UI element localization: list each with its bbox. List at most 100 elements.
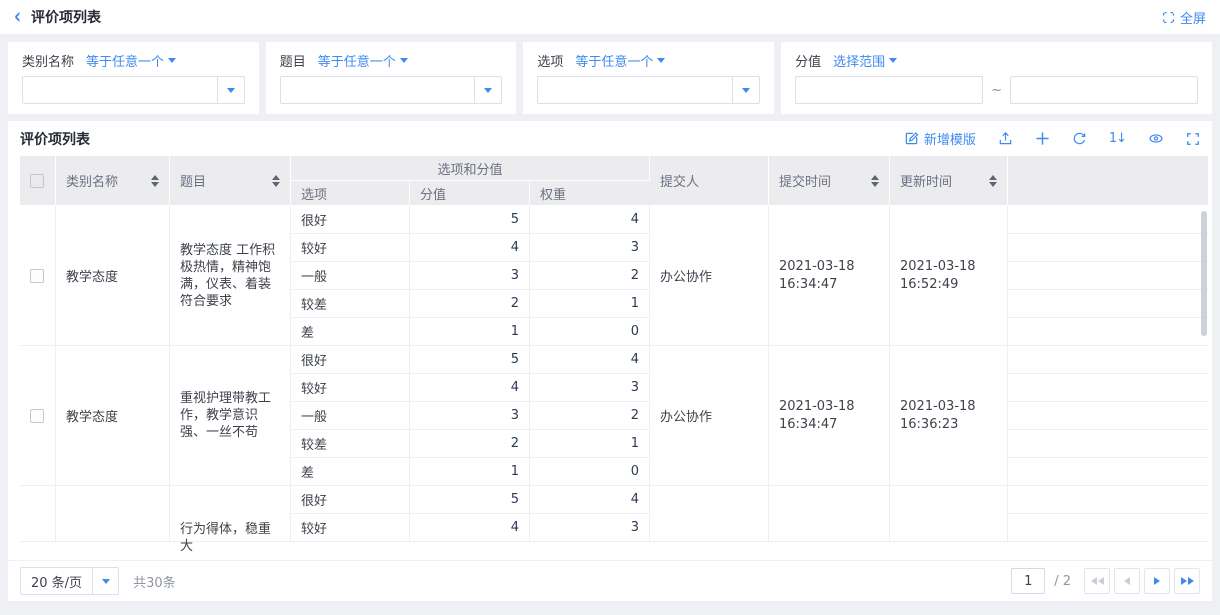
row-action-cell	[1008, 290, 1208, 318]
option-name: 较好	[291, 514, 410, 542]
sort-icon[interactable]	[272, 175, 280, 187]
row-action-cell	[1008, 402, 1208, 430]
table-row: 教学态度重视护理带教工作，教学意识强、一丝不苟很好54办公协作2021-03-1…	[20, 346, 1208, 374]
first-page-button[interactable]	[1084, 568, 1110, 594]
next-page-button[interactable]	[1144, 568, 1170, 594]
score-min-input[interactable]	[795, 76, 983, 104]
row-action-cell	[1008, 514, 1208, 542]
fullscreen-label: 全屏	[1180, 8, 1206, 27]
question-select[interactable]	[280, 76, 503, 104]
category-select-input[interactable]	[23, 77, 217, 103]
export-button[interactable]	[998, 131, 1013, 146]
row-action-cell	[1008, 234, 1208, 262]
select-arrow-button[interactable]	[217, 77, 244, 103]
score-max-input[interactable]	[1010, 76, 1198, 104]
chevron-down-icon	[742, 88, 750, 93]
row-checkbox[interactable]	[30, 269, 44, 283]
row-submitter: 办公协作	[650, 206, 769, 346]
add-template-label: 新增模版	[924, 129, 976, 148]
option-weight: 4	[530, 206, 650, 234]
add-button[interactable]	[1035, 131, 1050, 146]
column-header-actions	[1008, 156, 1208, 206]
sort-icon[interactable]	[151, 175, 159, 187]
row-update-time: 2021-03-18 16:36:23	[890, 346, 1008, 486]
option-score: 5	[410, 486, 530, 514]
table-fullscreen-button[interactable]	[1186, 132, 1200, 146]
last-page-button[interactable]	[1174, 568, 1200, 594]
filter-label: 类别名称	[22, 51, 74, 70]
select-arrow-button[interactable]	[92, 568, 118, 594]
select-arrow-button[interactable]	[474, 77, 501, 103]
row-action-cell	[1008, 318, 1208, 346]
row-action-cell	[1008, 430, 1208, 458]
current-page-input[interactable]	[1011, 568, 1045, 594]
option-name: 很好	[291, 206, 410, 234]
category-select[interactable]	[22, 76, 245, 104]
option-weight: 2	[530, 402, 650, 430]
column-visibility-button[interactable]	[1148, 131, 1164, 146]
pagination-bar: 20 条/页 共30条 / 2	[8, 560, 1212, 601]
select-all-checkbox[interactable]	[30, 174, 44, 188]
option-weight: 0	[530, 458, 650, 486]
filter-panel-score: 分值 选择范围 ~	[781, 42, 1212, 114]
fullscreen-button[interactable]: 全屏	[1162, 8, 1206, 27]
back-icon[interactable]: ‹	[14, 6, 21, 28]
filter-condition-dropdown[interactable]: 等于任意一个	[318, 51, 408, 70]
row-checkbox[interactable]	[30, 409, 44, 423]
row-action-cell	[1008, 346, 1208, 374]
refresh-button[interactable]	[1072, 131, 1087, 146]
total-pages: / 2	[1054, 574, 1071, 589]
row-submit-time	[769, 486, 890, 542]
column-header-category[interactable]: 类别名称	[56, 156, 170, 206]
option-name: 一般	[291, 262, 410, 290]
row-submit-time: 2021-03-18 16:34:47	[769, 206, 890, 346]
column-header-update-time[interactable]: 更新时间	[890, 156, 1008, 206]
add-template-button[interactable]: 新增模版	[904, 129, 976, 148]
sort-order-icon: 1↓	[1109, 131, 1126, 146]
option-score: 1	[410, 458, 530, 486]
option-score: 3	[410, 262, 530, 290]
page-title: 评价项列表	[31, 7, 101, 27]
sort-icon[interactable]	[871, 175, 879, 187]
sort-button[interactable]: 1↓	[1109, 131, 1126, 146]
chevron-down-icon	[168, 58, 176, 63]
option-name: 较差	[291, 290, 410, 318]
row-submitter	[650, 486, 769, 542]
option-weight: 0	[530, 318, 650, 346]
option-name: 一般	[291, 402, 410, 430]
option-select[interactable]	[537, 76, 760, 104]
option-score: 4	[410, 514, 530, 542]
table-row: 行为得体，稳重大很好54	[20, 486, 1208, 514]
pager: / 2	[1011, 568, 1200, 594]
total-count: 共30条	[133, 572, 176, 591]
select-arrow-button[interactable]	[732, 77, 759, 103]
row-submitter: 办公协作	[650, 346, 769, 486]
option-score: 4	[410, 234, 530, 262]
column-header-option: 选项	[291, 181, 410, 206]
filter-condition-dropdown[interactable]: 等于任意一个	[86, 51, 176, 70]
option-name: 很好	[291, 346, 410, 374]
chevron-down-icon	[657, 58, 665, 63]
row-checkbox-cell	[20, 206, 56, 346]
range-separator: ~	[991, 83, 1002, 98]
column-header-submit-time[interactable]: 提交时间	[769, 156, 890, 206]
option-name: 很好	[291, 486, 410, 514]
option-select-input[interactable]	[538, 77, 732, 103]
filter-condition-dropdown[interactable]: 等于任意一个	[575, 51, 665, 70]
previous-page-button[interactable]	[1114, 568, 1140, 594]
sort-icon[interactable]	[989, 175, 997, 187]
row-question: 重视护理带教工作，教学意识强、一丝不苟	[170, 346, 291, 486]
chevron-down-icon	[889, 58, 897, 63]
table-body: 教学态度教学态度 工作积极热情，精神饱满，仪表、着装符合要求很好54办公协作20…	[20, 206, 1208, 542]
column-header-question[interactable]: 题目	[170, 156, 291, 206]
filter-row: 类别名称 等于任意一个 题目 等于任意一个 选项 等于任意一个	[8, 42, 1212, 114]
page-size-select[interactable]: 20 条/页	[20, 567, 119, 595]
filter-condition-dropdown[interactable]: 选择范围	[833, 51, 897, 70]
row-checkbox-cell	[20, 486, 56, 542]
question-select-input[interactable]	[281, 77, 475, 103]
vertical-scrollbar[interactable]	[1201, 211, 1207, 336]
filter-label: 题目	[280, 51, 306, 70]
column-header-submitter: 提交人	[650, 156, 769, 206]
row-action-cell	[1008, 486, 1208, 514]
evaluation-table: 类别名称 题目 选项和分值 提交人 提交时间 更新时间	[20, 156, 1208, 542]
